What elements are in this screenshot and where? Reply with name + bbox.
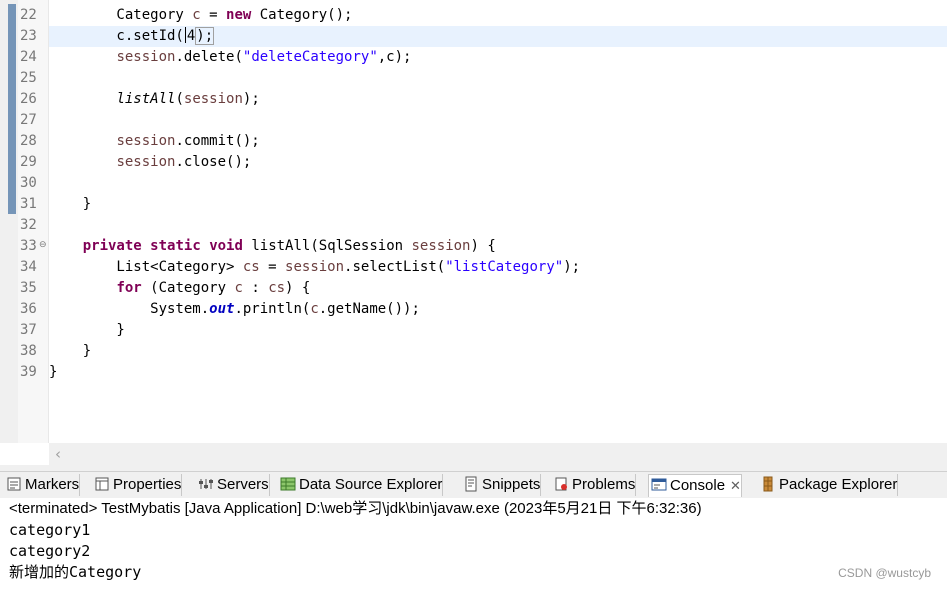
scroll-left-arrow-icon[interactable]: ‹ <box>55 445 61 463</box>
code-line-38: } <box>49 343 92 359</box>
code-text-area[interactable]: Category c = new Category(); c.setId(4);… <box>49 0 947 443</box>
line-number: 25 <box>20 70 37 86</box>
data-source-icon <box>280 476 296 492</box>
line-number: 26 <box>20 91 37 107</box>
tab-package-explorer[interactable]: Package Explorer <box>758 474 899 496</box>
line-number: 39 <box>20 364 37 380</box>
line-number: 36 <box>20 301 37 317</box>
console-icon <box>651 477 667 493</box>
console-output-line: category1 <box>9 521 91 539</box>
line-number: 23 <box>20 28 37 44</box>
code-editor[interactable]: 22 23 24 25 26 27 28 29 30 31 32 33 ⊖ 34… <box>0 0 947 465</box>
code-line-39: } <box>49 364 58 380</box>
code-line-33: private static void listAll(SqlSession s… <box>82 238 496 254</box>
tab-data-source-explorer[interactable]: Data Source Explorer <box>278 474 444 496</box>
horizontal-scrollbar[interactable]: ‹ <box>49 443 947 465</box>
properties-icon <box>94 476 110 492</box>
code-line-37: } <box>49 322 125 338</box>
code-line-29: session.close(); <box>116 154 252 170</box>
line-number: 27 <box>20 112 37 128</box>
tab-problems[interactable]: Problems <box>551 474 637 496</box>
line-number: 34 <box>20 259 37 275</box>
line-number: 29 <box>20 154 37 170</box>
snippets-icon <box>463 476 479 492</box>
console-output-line: category2 <box>9 542 91 560</box>
code-line-31: } <box>49 196 92 212</box>
line-number: 37 <box>20 322 37 338</box>
close-icon[interactable]: ✕ <box>730 479 741 494</box>
line-number: 38 <box>20 343 37 359</box>
console-view[interactable]: <terminated> TestMybatis [Java Applicati… <box>0 498 947 590</box>
problems-icon <box>553 476 569 492</box>
line-number: 30 <box>20 175 37 191</box>
fold-collapse-icon[interactable]: ⊖ <box>39 240 47 250</box>
code-line-24: session.delete("deleteCategory",c); <box>116 49 412 65</box>
package-explorer-icon <box>760 476 776 492</box>
servers-icon <box>198 476 214 492</box>
line-number: 32 <box>20 217 37 233</box>
tab-snippets[interactable]: Snippets <box>461 474 542 496</box>
line-number: 24 <box>20 49 37 65</box>
line-number: 35 <box>20 280 37 296</box>
tab-servers[interactable]: Servers <box>196 474 270 496</box>
line-number: 28 <box>20 133 37 149</box>
line-number: 22 <box>20 7 37 23</box>
console-process-label: <terminated> TestMybatis [Java Applicati… <box>9 500 702 517</box>
bottom-panel-tabbar: Markers Properties Servers Data Source E… <box>0 471 947 499</box>
code-line-26: listAll(session); <box>116 91 260 107</box>
tab-markers[interactable]: Markers <box>4 474 81 496</box>
change-marker-bar <box>8 4 16 214</box>
console-output-line: 新增加的Category <box>9 563 142 581</box>
tab-properties[interactable]: Properties <box>92 474 183 496</box>
code-line-34: List<Category> cs = session.selectList("… <box>49 259 581 275</box>
code-line-28: session.commit(); <box>116 133 260 149</box>
overview-ruler <box>0 0 18 443</box>
code-line-22: Category c = new Category(); <box>49 7 353 23</box>
tab-console[interactable]: Console ✕ <box>648 474 742 497</box>
line-number: 31 <box>20 196 37 212</box>
markers-icon <box>6 476 22 492</box>
watermark-text: CSDN @wustcyb <box>838 566 931 580</box>
text-caret <box>184 27 186 43</box>
code-line-35: for (Category c : cs) { <box>116 280 311 296</box>
line-number-gutter: 22 23 24 25 26 27 28 29 30 31 32 33 ⊖ 34… <box>18 0 49 443</box>
code-line-36: System.out.println(c.getName()); <box>49 301 420 317</box>
code-line-23-current: c.setId(4); <box>49 26 947 47</box>
